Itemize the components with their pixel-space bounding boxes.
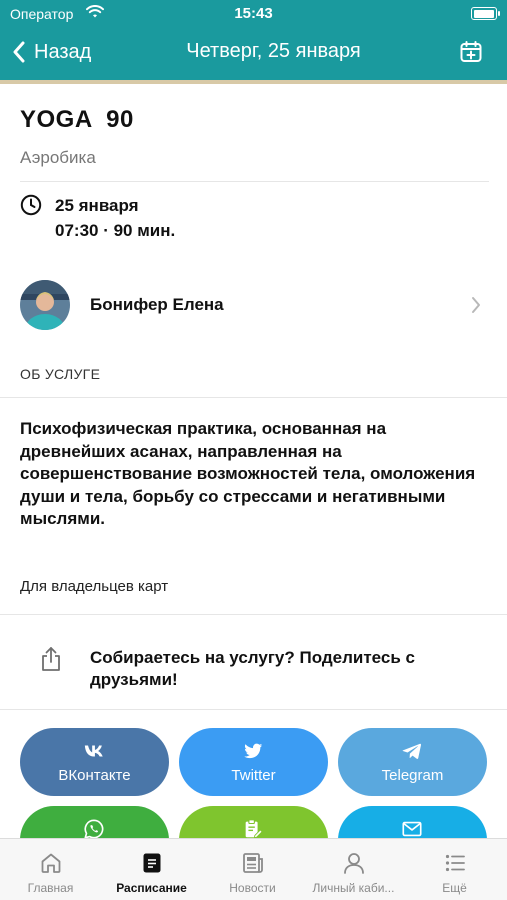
avatar xyxy=(20,280,70,330)
telegram-label: Telegram xyxy=(381,767,444,784)
mail-icon xyxy=(402,821,422,837)
nav-header: Оператор 15:43 Назад Четверг, 25 января xyxy=(0,0,507,84)
whatsapp-icon xyxy=(84,819,104,839)
twitter-share-button[interactable]: Twitter xyxy=(179,728,328,796)
calendar-add-icon[interactable] xyxy=(459,40,483,64)
tab-home-label: Главная xyxy=(27,881,74,895)
share-prompt: Собираетесь на услугу? Поделитесь с друз… xyxy=(90,648,415,689)
telegram-share-button[interactable]: Telegram xyxy=(338,728,487,796)
status-time: 15:43 xyxy=(234,5,273,22)
status-bar: Оператор 15:43 xyxy=(0,0,507,28)
chevron-right-icon xyxy=(472,297,480,313)
divider xyxy=(0,709,507,710)
page-title: Четверг, 25 января xyxy=(186,40,361,62)
vk-label: ВКонтакте xyxy=(58,767,131,784)
back-label: Назад xyxy=(34,40,92,63)
back-button[interactable]: Назад xyxy=(12,36,91,68)
tab-account[interactable]: Личный каби... xyxy=(303,839,404,900)
service-category: Аэробика xyxy=(20,148,96,167)
tab-news[interactable]: Новости xyxy=(202,839,303,900)
divider xyxy=(0,614,507,615)
tab-bar: Главная Расписание Новости Личный каби..… xyxy=(0,838,507,900)
section-label: ОБ УСЛУГЕ xyxy=(20,366,101,382)
tab-schedule[interactable]: Расписание xyxy=(101,839,202,900)
twitter-icon xyxy=(244,743,263,759)
vk-share-button[interactable]: ВКонтакте xyxy=(20,728,169,796)
service-title: YOGA 90 xyxy=(20,106,134,133)
home-icon xyxy=(41,853,61,873)
tab-more-label: Ещё xyxy=(442,881,467,895)
tab-news-label: Новости xyxy=(229,881,276,895)
clock-icon xyxy=(20,194,42,216)
share-icon xyxy=(42,647,60,671)
news-icon xyxy=(243,853,263,873)
service-date: 25 января xyxy=(55,196,139,215)
audience-label: Для владельцев карт xyxy=(20,578,169,595)
chevron-left-icon xyxy=(13,41,25,63)
twitter-label: Twitter xyxy=(231,767,276,784)
notes-icon xyxy=(245,819,263,839)
service-description: Психофизическая практика, основанная на … xyxy=(20,419,476,528)
person-icon xyxy=(344,853,364,874)
tab-more[interactable]: Ещё xyxy=(404,839,505,900)
battery-icon xyxy=(471,7,500,20)
tab-schedule-label: Расписание xyxy=(116,881,187,895)
header-divider xyxy=(0,80,507,84)
trainer-row[interactable]: Бонифер Елена xyxy=(0,278,507,332)
trainer-name: Бонифер Елена xyxy=(90,295,224,314)
vk-icon xyxy=(84,745,103,757)
more-icon xyxy=(445,854,465,872)
divider xyxy=(0,397,507,398)
divider xyxy=(20,181,489,182)
tab-account-label: Личный каби... xyxy=(312,881,395,895)
tab-home[interactable]: Главная xyxy=(0,839,101,900)
service-time: 07:30 · 90 мин. xyxy=(55,221,176,240)
telegram-icon xyxy=(402,743,422,759)
schedule-icon xyxy=(143,853,161,873)
